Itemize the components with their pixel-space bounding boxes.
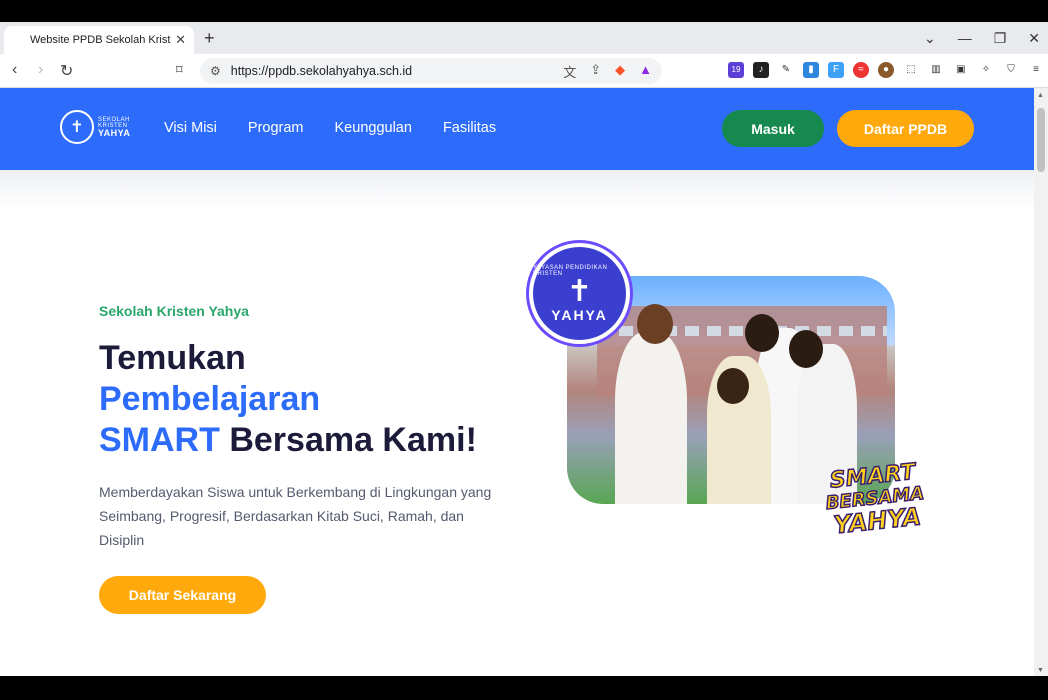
student-head <box>745 314 779 352</box>
student-head <box>637 304 673 344</box>
sidebar-icon[interactable]: ▥ <box>928 62 944 78</box>
new-tab-icon[interactable]: + <box>204 28 215 49</box>
ft-icon[interactable]: F <box>828 62 844 78</box>
site-navbar: ✝ SEKOLAH KRISTEN YAHYA Visi Misi Progra… <box>0 88 1034 170</box>
login-button[interactable]: Masuk <box>722 110 824 147</box>
nav-visi-misi[interactable]: Visi Misi <box>164 120 217 136</box>
music-icon[interactable]: ♪ <box>753 62 769 78</box>
close-tab-icon[interactable]: ✕ <box>175 32 186 48</box>
back-icon[interactable]: ‹ <box>12 61 17 79</box>
register-now-button[interactable]: Daftar Sekarang <box>99 576 266 614</box>
tab-title: Website PPDB Sekolah Kristen Yahya <box>30 34 171 46</box>
scroll-thumb[interactable] <box>1037 108 1045 172</box>
cross-icon: ✝ <box>566 274 593 308</box>
lines-icon[interactable]: ≈ <box>853 62 869 78</box>
student-head <box>789 330 823 368</box>
window-controls: ⌄ — ❐ ✕ <box>924 26 1040 50</box>
forward-icon[interactable]: › <box>38 61 43 79</box>
rewards-icon[interactable]: ▲ <box>639 62 652 81</box>
scroll-up-icon[interactable]: ▲ <box>1037 92 1044 99</box>
register-ppdb-button[interactable]: Daftar PPDB <box>837 110 974 147</box>
close-window-icon[interactable]: ✕ <box>1028 30 1040 47</box>
sparkle-icon[interactable]: ✧ <box>978 62 994 78</box>
extension-badge-icon[interactable]: 19 <box>728 62 744 78</box>
browser-toolbar: ‹ › ↻ ⌑ ⚙ https://ppdb.sekolahyahya.sch.… <box>0 54 1048 88</box>
headline-line-1: Temukan <box>99 339 246 377</box>
notes-icon[interactable]: ▮ <box>803 62 819 78</box>
scroll-down-icon[interactable]: ▼ <box>1037 667 1044 674</box>
address-bar[interactable]: ⚙ https://ppdb.sekolahyahya.sch.id 文 ⇪ ◆… <box>200 58 662 84</box>
smart-bersama-yahya-badge: SMART BERSAMA YAHYA <box>813 459 937 540</box>
vpn-icon[interactable]: ⛉ <box>1003 62 1019 78</box>
share-icon[interactable]: ⇪ <box>590 62 601 81</box>
site-info-icon[interactable]: ⚙ <box>210 64 221 78</box>
tab-search-icon[interactable]: ⌄ <box>924 30 936 47</box>
logo-text: SEKOLAH KRISTEN YAHYA <box>98 117 130 138</box>
student-head <box>717 368 749 404</box>
wallet-icon[interactable]: ▣ <box>953 62 969 78</box>
logo-line-1: SEKOLAH <box>98 116 130 123</box>
minimize-icon[interactable]: — <box>958 30 972 46</box>
dropper-icon[interactable]: ✎ <box>778 62 794 78</box>
bookmark-icon[interactable]: ⌑ <box>176 62 183 78</box>
hero-background <box>0 170 1034 210</box>
foundation-seal: YAYASAN PENDIDIKAN KRISTEN ✝ YAHYA <box>529 243 630 344</box>
seal-name: YAHYA <box>551 306 608 323</box>
cross-logo-icon: ✝ <box>60 110 94 144</box>
nav-fasilitas[interactable]: Fasilitas <box>443 120 496 136</box>
browser-window: Website PPDB Sekolah Kristen Yahya ✕ + ⌄… <box>0 22 1048 676</box>
logo-line-3: YAHYA <box>98 127 131 138</box>
tab-bar: Website PPDB Sekolah Kristen Yahya ✕ + ⌄… <box>0 22 1048 54</box>
reload-icon[interactable]: ↻ <box>60 61 73 81</box>
hero-eyebrow: Sekolah Kristen Yahya <box>99 303 249 319</box>
nav-keunggulan[interactable]: Keunggulan <box>335 120 412 136</box>
site-logo[interactable]: ✝ SEKOLAH KRISTEN YAHYA <box>60 110 130 144</box>
url-text: https://ppdb.sekolahyahya.sch.id <box>230 64 413 78</box>
hero-description: Memberdayakan Siswa untuk Berkembang di … <box>99 484 492 548</box>
hero-headline: Temukan Pembelajaran SMART Bersama Kami! <box>99 338 539 461</box>
extensions-area: 19 ♪ ✎ ▮ F ≈ ● ⬚ ▥ ▣ ✧ ⛉ ≡ <box>728 62 1044 78</box>
restore-icon[interactable]: ❐ <box>994 30 1007 47</box>
student-figure <box>615 332 687 504</box>
puzzle-icon[interactable]: ⬚ <box>903 62 919 78</box>
headline-line-2: Pembelajaran <box>99 380 321 418</box>
menu-icon[interactable]: ≡ <box>1028 62 1044 78</box>
main-nav: Visi Misi Program Keunggulan Fasilitas <box>164 120 496 136</box>
browser-tab[interactable]: Website PPDB Sekolah Kristen Yahya ✕ <box>4 26 194 54</box>
headline-rest: Bersama Kami! <box>219 421 477 459</box>
cookie-icon[interactable]: ● <box>878 62 894 78</box>
page-scrollbar[interactable]: ▲ ▼ <box>1034 88 1048 676</box>
translate-icon[interactable]: 文 <box>563 62 576 81</box>
web-page: ✝ SEKOLAH KRISTEN YAHYA Visi Misi Progra… <box>0 88 1034 676</box>
brave-shield-icon[interactable]: ◆ <box>615 62 625 81</box>
headline-smart: SMART <box>99 421 220 459</box>
nav-program[interactable]: Program <box>248 120 304 136</box>
